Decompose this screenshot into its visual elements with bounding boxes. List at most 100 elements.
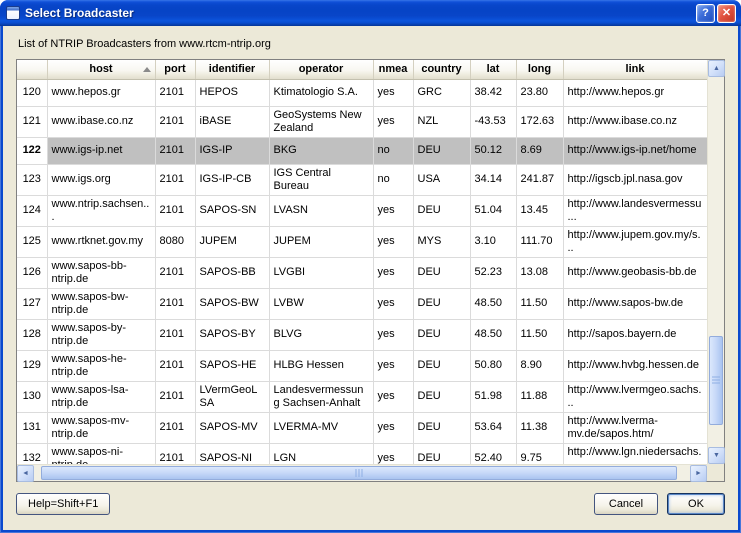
horizontal-scroll-thumb[interactable]: [41, 466, 677, 480]
scroll-right-icon[interactable]: ►: [690, 465, 707, 482]
row-number: 128: [17, 319, 47, 350]
cell-operator: HLBG Hessen: [269, 350, 373, 381]
cell-nmea: yes: [373, 288, 413, 319]
column-header-link[interactable]: link: [563, 60, 707, 79]
close-icon[interactable]: ✕: [717, 4, 736, 23]
cell-identifier: SAPOS-BW: [195, 288, 269, 319]
cancel-button[interactable]: Cancel: [594, 493, 658, 515]
cell-lat: 34.14: [470, 164, 516, 195]
cell-link: http://www.igs-ip.net/home: [563, 137, 707, 164]
table-row[interactable]: 132www.sapos-ni-ntrip.de2101SAPOS-NILGNy…: [17, 443, 707, 464]
horizontal-scrollbar[interactable]: ◄ ►: [17, 464, 707, 481]
cell-operator: Ktimatologio S.A.: [269, 79, 373, 106]
row-number: 121: [17, 106, 47, 137]
cell-identifier: iBASE: [195, 106, 269, 137]
row-number: 129: [17, 350, 47, 381]
table-row[interactable]: 124www.ntrip.sachsen...2101SAPOS-SNLVASN…: [17, 195, 707, 226]
cell-nmea: yes: [373, 106, 413, 137]
cell-nmea: yes: [373, 381, 413, 412]
cell-identifier: SAPOS-MV: [195, 412, 269, 443]
column-header-port[interactable]: port: [155, 60, 195, 79]
cell-host: www.rtknet.gov.my: [47, 226, 155, 257]
cell-nmea: yes: [373, 79, 413, 106]
cell-country: DEU: [413, 381, 470, 412]
ok-button[interactable]: OK: [667, 493, 725, 515]
cell-operator: JUPEM: [269, 226, 373, 257]
column-header-label: long: [528, 63, 551, 75]
cell-link: http://www.ibase.co.nz: [563, 106, 707, 137]
scroll-up-icon[interactable]: ▲: [708, 60, 725, 77]
column-header-label: operator: [299, 63, 344, 75]
window-icon: [6, 6, 20, 20]
cell-link: http://www.lvermgeo.sachs...: [563, 381, 707, 412]
column-header-num[interactable]: [17, 60, 47, 79]
cell-link: http://www.lgn.niedersachs...: [563, 443, 707, 464]
column-header-identifier[interactable]: identifier: [195, 60, 269, 79]
cell-nmea: yes: [373, 350, 413, 381]
table-row[interactable]: 130www.sapos-lsa-ntrip.de2101LVermGeoLSA…: [17, 381, 707, 412]
table-row[interactable]: 120www.hepos.gr2101HEPOSKtimatologio S.A…: [17, 79, 707, 106]
cell-port: 2101: [155, 164, 195, 195]
help-shortcut-button[interactable]: Help=Shift+F1: [16, 493, 110, 515]
titlebar[interactable]: Select Broadcaster ? ✕: [0, 0, 741, 26]
row-number: 132: [17, 443, 47, 464]
cell-link: http://igscb.jpl.nasa.gov: [563, 164, 707, 195]
cell-nmea: yes: [373, 443, 413, 464]
context-help-button[interactable]: ?: [696, 4, 715, 23]
cell-nmea: yes: [373, 412, 413, 443]
cell-long: 8.90: [516, 350, 563, 381]
column-header-country[interactable]: country: [413, 60, 470, 79]
cell-nmea: yes: [373, 319, 413, 350]
row-number: 123: [17, 164, 47, 195]
cell-identifier: JUPEM: [195, 226, 269, 257]
dialog-button-row: Help=Shift+F1 Cancel OK: [16, 493, 725, 515]
scroll-down-icon[interactable]: ▼: [708, 447, 725, 464]
table-row[interactable]: 128www.sapos-by-ntrip.de2101SAPOS-BYBLVG…: [17, 319, 707, 350]
column-header-label: host: [89, 63, 112, 75]
table-row[interactable]: 131www.sapos-mv-ntrip.de2101SAPOS-MVLVER…: [17, 412, 707, 443]
cell-identifier: SAPOS-BB: [195, 257, 269, 288]
cell-country: DEU: [413, 443, 470, 464]
table-row[interactable]: 129www.sapos-he-ntrip.de2101SAPOS-HEHLBG…: [17, 350, 707, 381]
cell-long: 111.70: [516, 226, 563, 257]
column-header-label: port: [164, 63, 185, 75]
cell-lat: 53.64: [470, 412, 516, 443]
cell-port: 2101: [155, 319, 195, 350]
vertical-scrollbar[interactable]: ▲ ▼: [707, 60, 724, 464]
cell-host: www.sapos-bw-ntrip.de: [47, 288, 155, 319]
cell-lat: 38.42: [470, 79, 516, 106]
table-row[interactable]: 127www.sapos-bw-ntrip.de2101SAPOS-BWLVBW…: [17, 288, 707, 319]
vertical-scroll-track[interactable]: [708, 77, 724, 447]
table-row[interactable]: 122www.igs-ip.net2101IGS-IPBKGnoDEU50.12…: [17, 137, 707, 164]
broadcaster-table-frame: host port identifier operator nmeacountrylat…: [16, 59, 725, 482]
select-broadcaster-dialog: Select Broadcaster ? ✕ List of NTRIP Bro…: [0, 0, 741, 533]
table-row[interactable]: 121www.ibase.co.nz2101iBASEGeoSystems Ne…: [17, 106, 707, 137]
cell-nmea: yes: [373, 195, 413, 226]
cell-host: www.igs.org: [47, 164, 155, 195]
cell-operator: BLVG: [269, 319, 373, 350]
column-header-lat[interactable]: lat: [470, 60, 516, 79]
table-row[interactable]: 125www.rtknet.gov.my8080JUPEMJUPEMyesMYS…: [17, 226, 707, 257]
cell-host: www.sapos-he-ntrip.de: [47, 350, 155, 381]
cell-country: DEU: [413, 137, 470, 164]
column-header-nmea[interactable]: nmea: [373, 60, 413, 79]
cell-long: 172.63: [516, 106, 563, 137]
cell-host: www.sapos-ni-ntrip.de: [47, 443, 155, 464]
broadcaster-table: host port identifier operator nmeacountrylat…: [17, 60, 707, 464]
column-header-host[interactable]: host: [47, 60, 155, 79]
column-header-long[interactable]: long: [516, 60, 563, 79]
cell-host: www.ibase.co.nz: [47, 106, 155, 137]
cell-lat: 51.04: [470, 195, 516, 226]
table-row[interactable]: 126www.sapos-bb-ntrip.de2101SAPOS-BBLVGB…: [17, 257, 707, 288]
cell-host: www.hepos.gr: [47, 79, 155, 106]
vertical-scroll-thumb[interactable]: [709, 336, 723, 425]
cell-host: www.sapos-mv-ntrip.de: [47, 412, 155, 443]
horizontal-scroll-track[interactable]: [34, 465, 690, 481]
table-row[interactable]: 123www.igs.org2101IGS-IP-CBIGS Central B…: [17, 164, 707, 195]
cell-long: 9.75: [516, 443, 563, 464]
window-title: Select Broadcaster: [25, 6, 696, 20]
scroll-left-icon[interactable]: ◄: [17, 465, 34, 482]
column-header-operator[interactable]: operator: [269, 60, 373, 79]
cell-long: 11.38: [516, 412, 563, 443]
cell-long: 11.50: [516, 288, 563, 319]
